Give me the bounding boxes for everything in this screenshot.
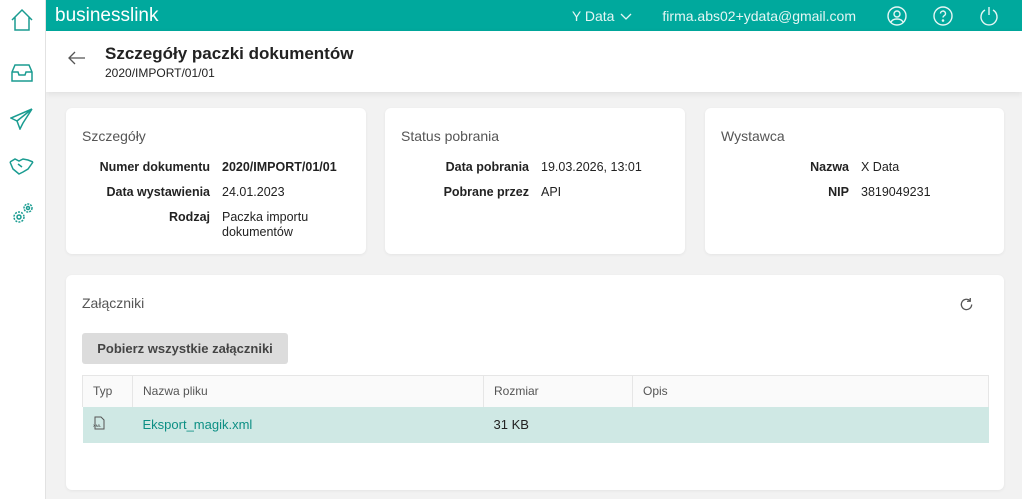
issuer-card: Wystawca Nazwa X Data NIP 3819049231	[705, 108, 1004, 254]
label-issue-date: Data wystawienia	[106, 185, 210, 199]
value-type: Paczka importu dokumentów	[222, 210, 309, 239]
label-issuer-name: Nazwa	[810, 160, 849, 174]
help-icon[interactable]	[932, 5, 954, 27]
home-icon[interactable]	[9, 7, 35, 33]
table-row[interactable]: XML Eksport_magik.xml 31 KB	[82, 406, 989, 443]
chevron-down-icon	[620, 8, 632, 24]
cell-description	[632, 406, 989, 443]
value-downloaded-by: API	[541, 185, 562, 199]
details-card: Szczegóły Numer dokumentu 2020/IMPORT/01/…	[66, 108, 366, 254]
column-header-description[interactable]: Opis	[632, 375, 989, 407]
card-title: Wystawca	[721, 128, 785, 144]
cell-filename: Eksport_magik.xml	[132, 406, 484, 443]
label-document-number: Numer dokumentu	[99, 160, 210, 174]
brand-logo[interactable]: businesslink	[55, 5, 159, 27]
company-selector[interactable]: Y Data	[572, 8, 633, 24]
value-document-number: 2020/IMPORT/01/01	[222, 160, 337, 174]
company-name: Y Data	[571, 7, 615, 24]
page-subtitle: 2020/IMPORT/01/01	[105, 66, 215, 80]
handshake-icon[interactable]	[9, 153, 35, 179]
page-title: Szczegóły paczki dokumentów	[105, 44, 354, 63]
user-email: firma.abs02+ydata@gmail.com	[662, 7, 856, 24]
card-title: Szczegóły	[82, 128, 146, 144]
cell-type: XML	[82, 406, 133, 443]
value-issuer-name: X Data	[861, 160, 900, 174]
value-nip: 3819049231	[861, 185, 931, 199]
page-header: Szczegóły paczki dokumentów 2020/IMPORT/…	[46, 31, 1022, 92]
column-header-type[interactable]: Typ	[82, 375, 133, 407]
back-arrow-icon[interactable]	[68, 51, 86, 70]
download-all-button[interactable]: Pobierz wszystkie załączniki	[82, 333, 288, 364]
attachments-table: Typ Nazwa pliku Rozmiar Opis XML Eksport…	[82, 375, 989, 443]
label-download-date: Data pobrania	[445, 160, 529, 174]
file-link[interactable]: Eksport_magik.xml	[143, 417, 253, 432]
refresh-icon[interactable]	[959, 297, 974, 317]
value-issue-date: 24.01.2023	[222, 185, 285, 199]
label-nip: NIP	[828, 185, 849, 199]
xml-file-icon: XML	[93, 416, 105, 433]
attachments-card: Załączniki Pobierz wszystkie załączniki …	[66, 275, 1004, 490]
column-header-filename[interactable]: Nazwa pliku	[132, 375, 484, 407]
value-download-date: 19.03.2026, 13:01	[541, 160, 642, 174]
cell-size: 31 KB	[483, 406, 633, 443]
svg-text:XML: XML	[93, 423, 102, 428]
inbox-icon[interactable]	[9, 60, 35, 86]
top-bar: businesslink Y Data firma.abs02+ydata@gm…	[46, 0, 1022, 31]
card-title: Status pobrania	[401, 128, 500, 144]
settings-gears-icon[interactable]	[9, 201, 35, 227]
send-icon[interactable]	[9, 106, 35, 132]
sidebar	[0, 0, 46, 499]
label-downloaded-by: Pobrane przez	[443, 185, 529, 199]
card-title: Załączniki	[82, 295, 145, 311]
power-logout-icon[interactable]	[978, 5, 1000, 27]
user-profile-icon[interactable]	[886, 5, 908, 27]
download-status-card: Status pobrania Data pobrania 19.03.2026,…	[385, 108, 685, 254]
column-header-size[interactable]: Rozmiar	[483, 375, 633, 407]
label-type: Rodzaj	[169, 210, 210, 224]
